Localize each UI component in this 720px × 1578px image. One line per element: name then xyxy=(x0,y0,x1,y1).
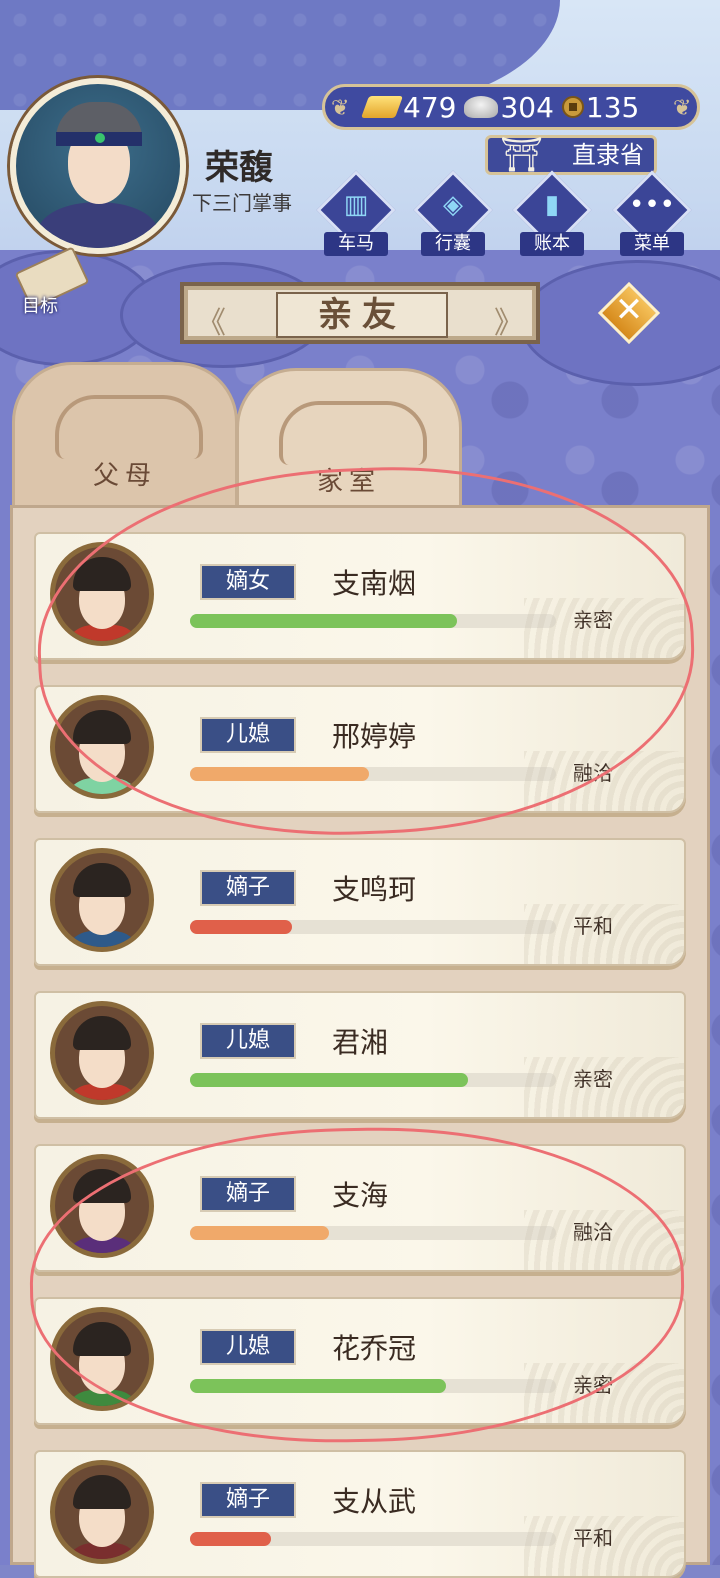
character-hair xyxy=(73,710,131,744)
nav-label: 行囊 xyxy=(421,232,485,256)
character-hair xyxy=(73,863,131,897)
character-name: 支南烟 xyxy=(332,567,417,600)
affinity-bar-fill xyxy=(190,1226,330,1240)
role-badge: 儿媳 xyxy=(200,1023,296,1059)
coin-amount: 135 xyxy=(585,90,640,124)
character-name: 花乔冠 xyxy=(332,1332,417,1365)
silver-counter: 304 xyxy=(464,90,554,124)
silver-ingot-icon xyxy=(464,96,499,118)
role-badge: 儿媳 xyxy=(200,1329,296,1365)
character-hair xyxy=(73,1475,131,1509)
character-name: 支鸣珂 xyxy=(332,873,417,906)
affinity-bar xyxy=(190,614,556,628)
affinity-bar xyxy=(190,1379,556,1393)
role-badge: 儿媳 xyxy=(200,717,296,753)
affinity-bar xyxy=(190,1532,556,1546)
bag-icon: ◈ xyxy=(443,190,463,220)
character-hair xyxy=(73,1169,131,1203)
silver-amount: 304 xyxy=(500,90,554,124)
player-name: 荣馥 xyxy=(205,148,273,188)
character-card[interactable]: 儿媳 君湘 亲密 xyxy=(34,991,686,1119)
relation-label: 亲密 xyxy=(573,1373,613,1397)
nav-carriage-button[interactable]: ▥ 车马 xyxy=(316,170,396,258)
bamboo-right-icon: ❦ xyxy=(673,96,692,121)
chevron-right-icon: 》 xyxy=(494,306,524,341)
nav-label: 车马 xyxy=(324,232,388,256)
role-badge: 嫡子 xyxy=(200,1176,296,1212)
affinity-bar-fill xyxy=(190,1379,447,1393)
affinity-bar xyxy=(190,920,556,934)
panel-title: 亲友 xyxy=(276,292,448,338)
location-label: 直隶省 xyxy=(572,141,644,169)
character-card[interactable]: 嫡子 支鸣珂 平和 xyxy=(34,838,686,966)
relation-label: 融洽 xyxy=(573,761,613,785)
bamboo-left-icon: ❦ xyxy=(331,96,350,121)
character-card[interactable]: 嫡女 支南烟 亲密 xyxy=(34,532,686,660)
character-name: 君湘 xyxy=(332,1026,389,1059)
affinity-bar xyxy=(190,767,556,781)
nav-menu-button[interactable]: ••• 菜单 xyxy=(612,170,692,258)
gold-ingot-icon xyxy=(360,96,404,118)
gold-counter: 479 xyxy=(360,90,457,124)
relation-label: 融洽 xyxy=(573,1220,613,1244)
character-name: 邢婷婷 xyxy=(332,720,417,753)
character-hair xyxy=(73,1016,131,1050)
affinity-bar xyxy=(190,1073,556,1087)
character-avatar[interactable] xyxy=(50,1460,154,1564)
affinity-bar-fill xyxy=(190,920,293,934)
nav-ledger-button[interactable]: ▮ 账本 xyxy=(512,170,592,258)
tab-label: 父母 xyxy=(92,461,157,491)
character-hair xyxy=(73,557,131,591)
affinity-bar-fill xyxy=(190,614,458,628)
character-name: 支从武 xyxy=(332,1485,417,1518)
avatar-robe xyxy=(38,202,158,248)
character-avatar[interactable] xyxy=(50,1154,154,1258)
affinity-bar xyxy=(190,1226,556,1240)
character-avatar[interactable] xyxy=(50,1307,154,1411)
character-avatar[interactable] xyxy=(50,542,154,646)
role-badge: 嫡女 xyxy=(200,564,296,600)
player-avatar[interactable] xyxy=(10,78,186,254)
character-card[interactable]: 儿媳 花乔冠 亲密 xyxy=(34,1297,686,1425)
gold-amount: 479 xyxy=(403,90,457,124)
affinity-bar-fill xyxy=(190,1073,469,1087)
currency-bar: ❦ 479 304 135 ❦ xyxy=(322,84,700,130)
nav-label: 菜单 xyxy=(620,232,684,256)
carriage-icon: ▥ xyxy=(343,190,369,220)
character-avatar[interactable] xyxy=(50,1001,154,1105)
role-badge: 嫡子 xyxy=(200,1482,296,1518)
tab-label: 家室 xyxy=(316,467,381,497)
affinity-bar-fill xyxy=(190,767,370,781)
coin-counter: 135 xyxy=(561,90,640,124)
close-button[interactable]: ✕ xyxy=(597,281,661,345)
character-card[interactable]: 嫡子 支从武 平和 xyxy=(34,1450,686,1578)
character-card[interactable]: 儿媳 邢婷婷 融洽 xyxy=(34,685,686,813)
relation-label: 平和 xyxy=(573,914,613,938)
goal-label[interactable]: 目标 xyxy=(22,292,58,318)
menu-dots-icon: ••• xyxy=(628,190,675,220)
chevron-left-icon: 《 xyxy=(196,306,226,341)
relation-label: 亲密 xyxy=(573,608,613,632)
copper-coin-icon xyxy=(561,96,584,118)
avatar-gem xyxy=(95,133,105,143)
player-title: 下三门掌事 xyxy=(192,191,292,215)
character-avatar[interactable] xyxy=(50,848,154,952)
affinity-bar-fill xyxy=(190,1532,271,1546)
role-badge: 嫡子 xyxy=(200,870,296,906)
panel-title-plate: 《 亲友 》 xyxy=(180,282,540,344)
nav-bag-button[interactable]: ◈ 行囊 xyxy=(413,170,493,258)
character-hair xyxy=(73,1322,131,1356)
official-seal-icon: ⛩ xyxy=(500,135,544,175)
ledger-icon: ▮ xyxy=(544,190,560,220)
relation-label: 亲密 xyxy=(573,1067,613,1091)
character-name: 支海 xyxy=(332,1179,389,1212)
close-icon: ✕ xyxy=(614,290,644,330)
character-avatar[interactable] xyxy=(50,695,154,799)
nav-label: 账本 xyxy=(520,232,584,256)
cloud-ornament-icon xyxy=(279,401,427,465)
character-card[interactable]: 嫡子 支海 融洽 xyxy=(34,1144,686,1272)
location-button[interactable]: ⛩ 直隶省 xyxy=(485,135,657,175)
relation-label: 平和 xyxy=(573,1526,613,1550)
cloud-ornament-icon xyxy=(55,395,203,459)
